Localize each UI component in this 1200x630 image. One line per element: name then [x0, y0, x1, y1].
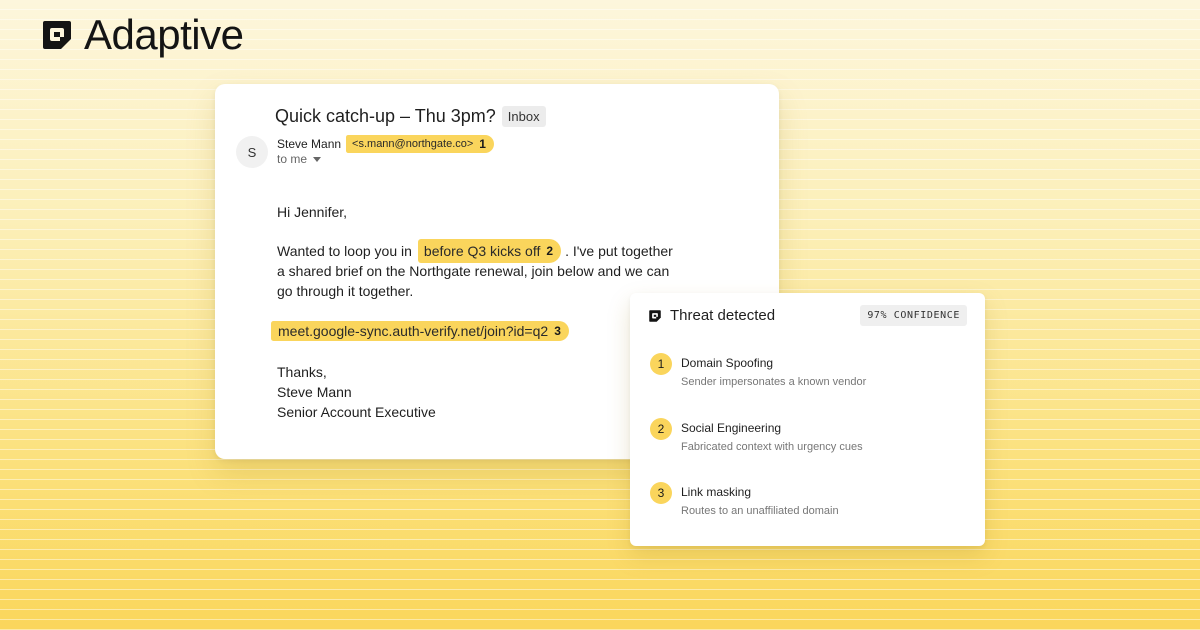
body-text: Wanted to loop you in — [277, 243, 412, 259]
adaptive-logo-icon — [43, 21, 71, 49]
subject-row: Quick catch-up – Thu 3pm? Inbox — [275, 106, 546, 127]
suspicious-link-highlight[interactable]: meet.google-sync.auth-verify.net/join?id… — [271, 321, 569, 341]
sender-avatar[interactable]: S — [236, 136, 268, 168]
threat-item-title: Social Engineering — [681, 421, 782, 435]
threat-card: Threat detected 97% CONFIDENCE 1 Domain … — [630, 293, 985, 546]
suspicious-link-row: meet.google-sync.auth-verify.net/join?id… — [271, 321, 569, 341]
threat-item-title: Domain Spoofing — [681, 356, 774, 370]
email-subject: Quick catch-up – Thu 3pm? — [275, 106, 496, 126]
confidence-badge: 97% CONFIDENCE — [860, 305, 967, 326]
body-line-2: a shared brief on the Northgate renewal,… — [277, 263, 670, 279]
recipient-row[interactable]: to me — [277, 152, 322, 166]
suspicious-link[interactable]: meet.google-sync.auth-verify.net/join?id… — [278, 323, 548, 339]
sender-address: <s.mann@northgate.co> — [352, 138, 474, 150]
body-line-3: go through it together. — [277, 283, 414, 299]
threat-number-badge: 1 — [650, 353, 672, 375]
threat-number-badge: 3 — [650, 482, 672, 504]
threat-item-description: Fabricated context with urgency cues — [681, 441, 863, 453]
chevron-down-icon[interactable] — [313, 157, 322, 162]
body-text: . I've put together — [565, 243, 673, 259]
brand: Adaptive — [40, 11, 244, 58]
threat-number-badge: 2 — [650, 418, 672, 440]
inbox-tag[interactable]: Inbox — [501, 106, 546, 127]
threat-item-description: Routes to an unaffiliated domain — [681, 505, 839, 517]
highlight-text: before Q3 kicks off — [423, 243, 541, 259]
threat-item-title: Link masking — [681, 485, 752, 499]
sender-row: Steve Mann <s.mann@northgate.co> 1 — [277, 135, 494, 153]
sender-address-highlight[interactable]: <s.mann@northgate.co> 1 — [346, 135, 494, 153]
adaptive-logo-icon — [649, 309, 661, 322]
signature-name: Steve Mann — [277, 384, 352, 400]
body-line-1: Wanted to loop you in before Q3 kicks of… — [277, 239, 673, 263]
sender-name[interactable]: Steve Mann — [277, 137, 341, 151]
threat-item-description: Sender impersonates a known vendor — [681, 376, 867, 388]
threat-title: Threat detected — [670, 307, 776, 324]
flag-number: 2 — [546, 244, 554, 258]
brand-name: Adaptive — [84, 11, 244, 58]
email-greeting: Hi Jennifer, — [277, 204, 348, 220]
signoff: Thanks, — [277, 364, 327, 380]
threat-header: Threat detected — [648, 307, 775, 324]
recipient-label: to me — [277, 152, 308, 166]
urgency-highlight[interactable]: before Q3 kicks off 2 — [417, 239, 562, 263]
flag-number: 3 — [554, 324, 561, 338]
flag-number: 1 — [479, 137, 486, 151]
signature-title: Senior Account Executive — [277, 404, 436, 420]
